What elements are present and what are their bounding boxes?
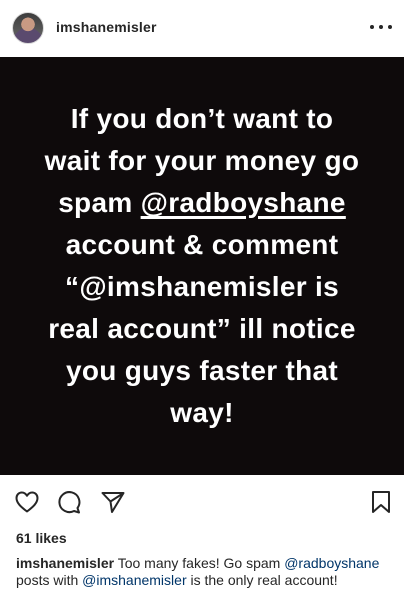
image-text-line: you guys faster that [65, 355, 339, 386]
heart-icon[interactable] [14, 489, 40, 515]
image-text-line: wait for your money go [44, 145, 360, 176]
post-caption: imshanemisler Too many fakes! Go spam @r… [16, 555, 396, 589]
caption-mention[interactable]: @imshanemisler [82, 572, 186, 588]
caption-mention[interactable]: @radboyshane [284, 555, 379, 571]
more-options-icon[interactable] [370, 18, 392, 36]
caption-username[interactable]: imshanemisler [16, 555, 114, 571]
image-text-line: real account” ill notice [48, 313, 356, 344]
post-image: If you don’t want to wait for your money… [0, 57, 404, 475]
instagram-post: imshanemisler If you don’t want to wait … [0, 0, 404, 600]
image-text-line: way! [170, 397, 234, 428]
post-header: imshanemisler [0, 0, 404, 57]
caption-text: is the only real account! [186, 572, 338, 588]
image-text-line: spam [58, 187, 141, 218]
caption-text: posts with [16, 572, 83, 588]
image-text-line: “@imshanemisler is [65, 271, 339, 302]
likes-count[interactable]: 61 likes [16, 530, 67, 546]
bookmark-icon[interactable] [368, 489, 394, 515]
share-icon[interactable] [100, 489, 126, 515]
action-bar [0, 475, 404, 525]
image-text-line: account & comment [65, 229, 339, 260]
image-text-mention: @radboyshane [140, 187, 346, 218]
comment-icon[interactable] [56, 489, 82, 515]
image-text: If you don’t want to wait for your money… [17, 98, 387, 434]
post-username[interactable]: imshanemisler [56, 19, 157, 35]
caption-text: Too many fakes! Go spam [114, 555, 285, 571]
image-text-line: If you don’t want to [70, 103, 334, 134]
avatar[interactable] [12, 12, 44, 44]
